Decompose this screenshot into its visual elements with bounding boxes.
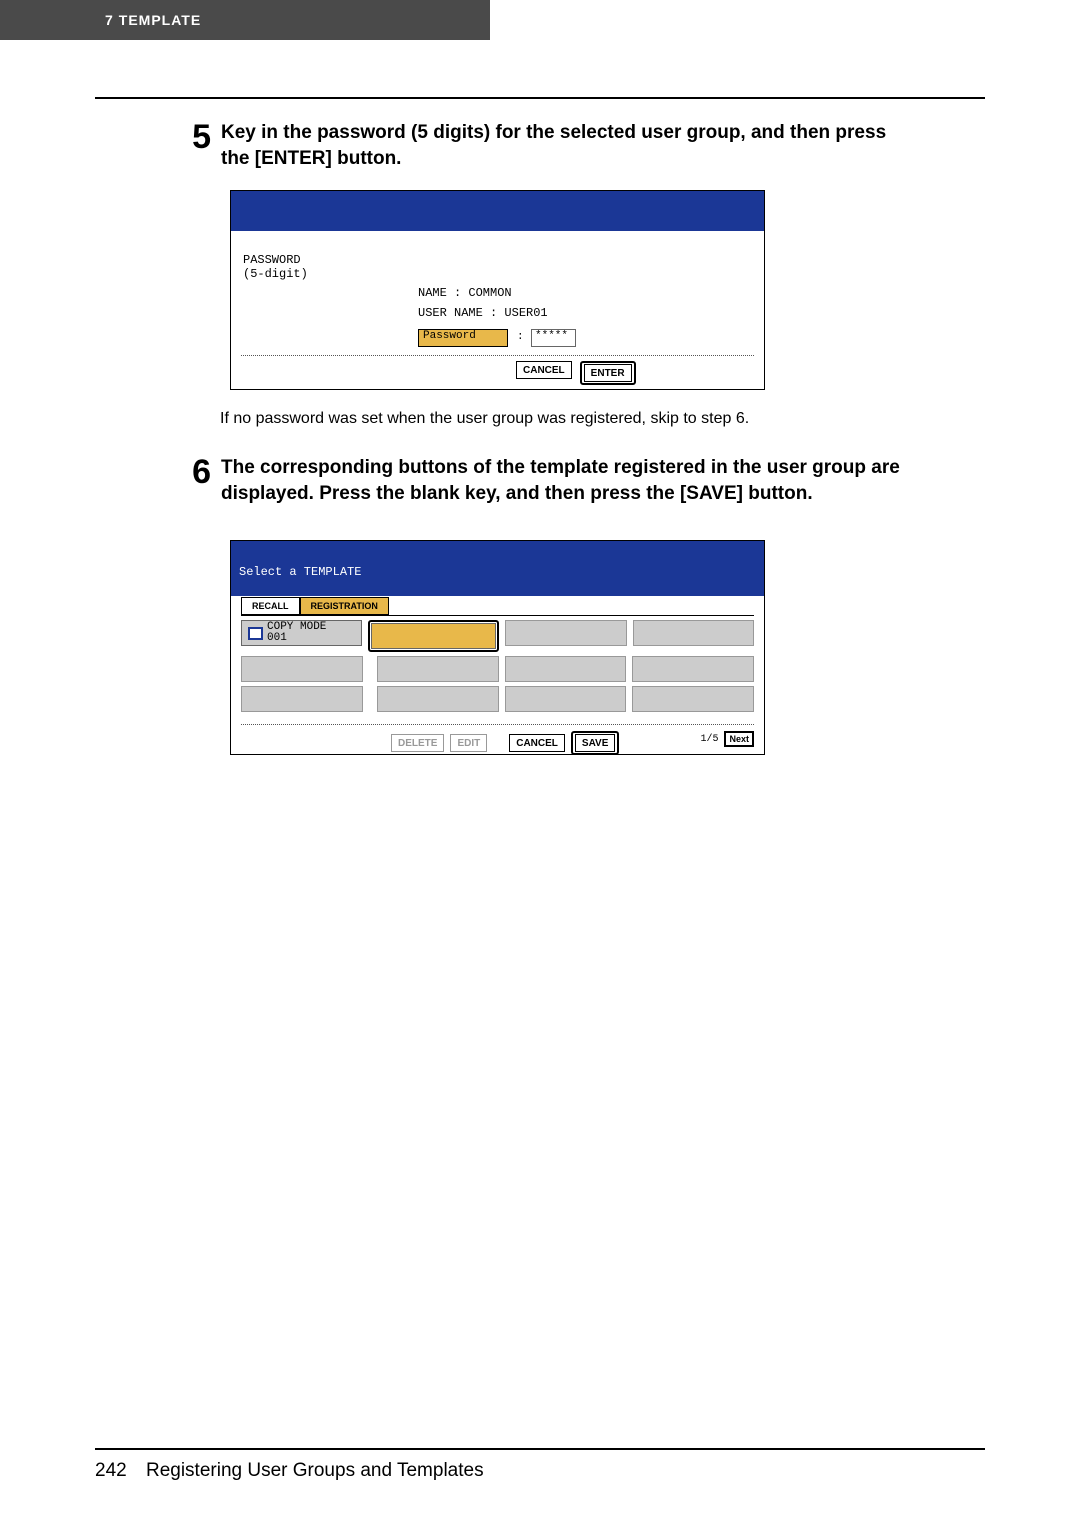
template-slot[interactable] [505, 656, 627, 682]
template-slot[interactable] [633, 620, 754, 646]
delete-button[interactable]: DELETE [391, 734, 444, 752]
top-rule [95, 97, 985, 99]
step-number: 6 [163, 455, 211, 506]
template-slot[interactable] [505, 686, 627, 712]
enter-highlight: ENTER [580, 361, 636, 385]
blank-slot-highlight [368, 620, 499, 652]
tab-registration[interactable]: REGISTRATION [300, 597, 389, 615]
step-5: 5 Key in the password (5 digits) for the… [163, 120, 911, 171]
save-button[interactable]: SAVE [575, 734, 616, 752]
template-slot[interactable] [241, 656, 363, 682]
pager: 1/5 Next [700, 731, 754, 747]
page-tab: 7 TEMPLATE [0, 0, 490, 40]
password-colon: : [517, 331, 524, 343]
name-row: NAME : COMMON [418, 286, 512, 300]
edit-button[interactable]: EDIT [450, 734, 487, 752]
password-button[interactable]: Password [418, 329, 508, 347]
tpl1-num: 001 [267, 632, 287, 644]
next-button[interactable]: Next [724, 731, 754, 747]
username-row: USER NAME : USER01 [418, 306, 548, 320]
step-number: 5 [163, 120, 211, 171]
cancel-button[interactable]: CANCEL [509, 734, 565, 752]
panel-header-bar [231, 191, 764, 231]
template-slot[interactable] [377, 686, 499, 712]
step5-note: If no password was set when the user gro… [220, 410, 749, 428]
cancel-button[interactable]: CANCEL [516, 361, 572, 379]
template-slot[interactable] [632, 686, 754, 712]
tab-recall[interactable]: RECALL [241, 597, 300, 615]
divider [241, 724, 754, 725]
panel2-tabs: RECALL REGISTRATION [241, 597, 389, 615]
step-text: The corresponding buttons of the templat… [221, 455, 911, 506]
footer-title: Registering User Groups and Templates [146, 1460, 484, 1481]
chapter-title: TEMPLATE [119, 12, 201, 28]
footer: 242 Registering User Groups and Template… [95, 1460, 484, 1482]
template-slot[interactable] [377, 656, 499, 682]
step-text: Key in the password (5 digits) for the s… [221, 120, 911, 171]
panel2-title: Select a TEMPLATE [239, 565, 361, 579]
save-highlight: SAVE [571, 731, 620, 755]
password-field[interactable]: ***** [531, 329, 576, 347]
template-slot[interactable] [241, 686, 363, 712]
template-slot[interactable] [505, 620, 626, 646]
template-slot[interactable] [632, 656, 754, 682]
step-6: 6 The corresponding buttons of the templ… [163, 455, 911, 506]
template-panel: Select a TEMPLATE RECALL REGISTRATION CO… [230, 540, 765, 755]
panel2-buttons: DELETE EDIT CANCEL SAVE [391, 731, 619, 755]
template-slot-1[interactable]: COPY MODE 001 [241, 620, 362, 646]
enter-button[interactable]: ENTER [584, 364, 632, 382]
panel1-buttons: CANCEL ENTER [516, 361, 636, 385]
template-slot-label: COPY MODE 001 [267, 622, 326, 644]
page-indicator: 1/5 [700, 734, 718, 745]
page-number: 242 [95, 1460, 127, 1481]
password-panel: PASSWORD (5-digit) NAME : COMMON USER NA… [230, 190, 765, 390]
chapter-number: 7 [105, 12, 113, 28]
password-label: PASSWORD (5-digit) [243, 253, 308, 282]
divider [241, 355, 754, 356]
panel2-header: Select a TEMPLATE [231, 541, 764, 596]
copy-icon [248, 627, 263, 640]
template-slot-blank[interactable] [371, 623, 496, 649]
template-grid: COPY MODE 001 [241, 615, 754, 715]
bottom-rule [95, 1448, 985, 1450]
